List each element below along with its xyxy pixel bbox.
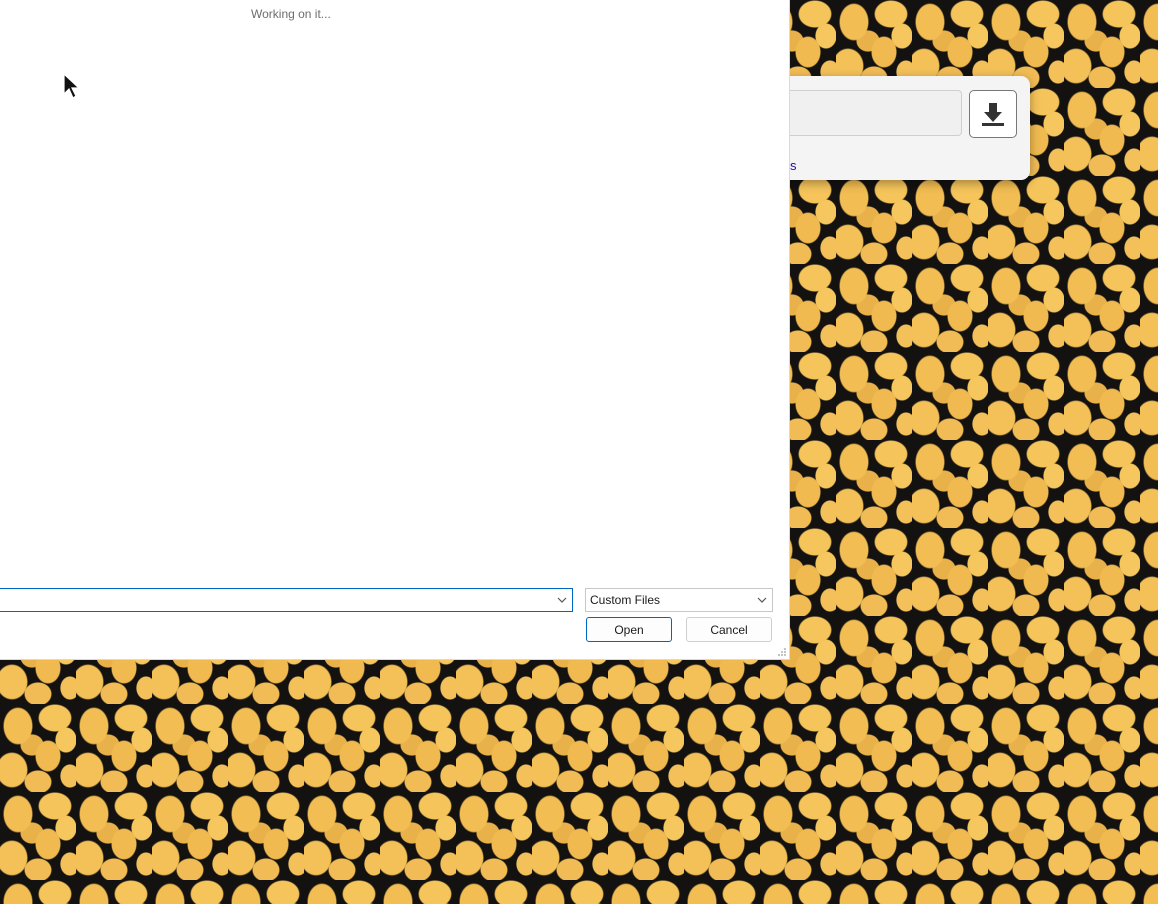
background-browser-window: s: [770, 76, 1030, 180]
chevron-down-icon: [757, 597, 767, 603]
loading-status: Working on it...: [251, 7, 331, 21]
mouse-cursor-icon: [63, 72, 81, 99]
file-type-filter-value: Custom Files: [590, 593, 661, 607]
cancel-button[interactable]: Cancel: [686, 617, 772, 642]
file-type-filter[interactable]: Custom Files: [585, 588, 773, 612]
download-button[interactable]: [969, 90, 1017, 138]
file-open-dialog: Working on it... Custom Files Open Cance…: [0, 0, 790, 660]
filename-input[interactable]: [0, 588, 573, 612]
open-button[interactable]: Open: [586, 617, 672, 642]
chevron-down-icon[interactable]: [557, 595, 567, 605]
resize-grip-icon[interactable]: [777, 647, 787, 657]
background-link[interactable]: s: [790, 158, 797, 173]
download-icon: [982, 103, 1004, 126]
url-input[interactable]: [770, 90, 962, 136]
